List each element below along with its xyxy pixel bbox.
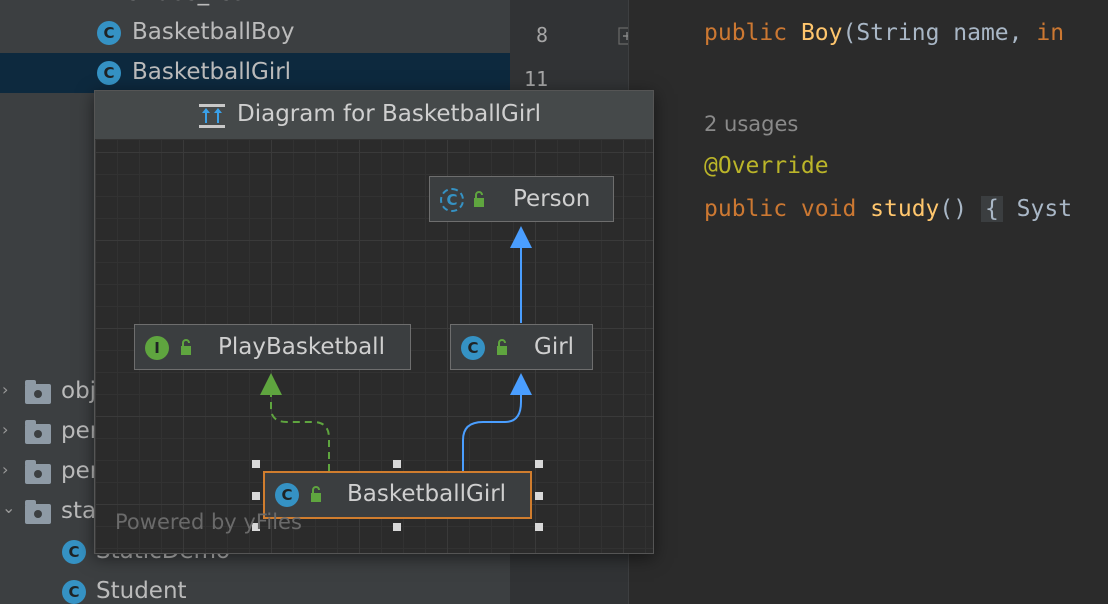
lock-icon bbox=[497, 339, 507, 355]
powered-by-watermark: Powered by yFiles bbox=[115, 510, 302, 534]
folder-icon bbox=[25, 500, 51, 524]
code-text: (String name, bbox=[842, 20, 1037, 46]
folder-icon bbox=[25, 460, 51, 484]
method-name: Boy bbox=[800, 20, 843, 46]
lock-icon bbox=[181, 339, 191, 355]
runnable-class-icon: C bbox=[62, 540, 86, 564]
tree-item-student[interactable]: C Student bbox=[0, 572, 510, 604]
edge-basketballgirl-extends-girl bbox=[462, 390, 522, 471]
resize-handle-bottom[interactable] bbox=[393, 523, 401, 531]
interface-icon: I bbox=[145, 336, 169, 360]
arrowhead-person bbox=[510, 226, 532, 248]
node-label: Person bbox=[513, 186, 591, 212]
code-line-study[interactable]: public void study() { Syst bbox=[704, 196, 1072, 222]
arrowhead-playbasketball bbox=[260, 373, 282, 395]
chevron-right-icon[interactable]: › bbox=[2, 420, 8, 439]
folder-icon bbox=[25, 380, 51, 404]
chevron-right-icon[interactable]: › bbox=[2, 460, 8, 479]
node-girl[interactable]: C Girl bbox=[450, 324, 593, 370]
resize-handle-left[interactable] bbox=[252, 492, 260, 500]
diagram-popup[interactable]: Diagram for BasketballGirl C Person I Pl… bbox=[94, 90, 654, 554]
usages-hint[interactable]: 2 usages bbox=[704, 112, 798, 136]
popup-header[interactable]: Diagram for BasketballGirl bbox=[95, 91, 653, 140]
lock-icon bbox=[311, 486, 321, 502]
node-basketballgirl[interactable]: C BasketballGirl bbox=[263, 471, 532, 519]
tree-folder-label: obj bbox=[61, 378, 97, 404]
folded-brace[interactable]: { bbox=[980, 196, 1003, 222]
class-icon: C bbox=[275, 483, 299, 507]
tree-item-label: BasketballBoy bbox=[132, 19, 295, 45]
method-name: study bbox=[870, 196, 940, 222]
edge-basketballgirl-implements-playbasketball bbox=[270, 392, 330, 471]
abstract-class-icon: C bbox=[440, 188, 464, 212]
keyword: in bbox=[1036, 20, 1065, 46]
line-number: 8 bbox=[536, 23, 549, 47]
lock-icon bbox=[474, 191, 484, 207]
code-line-constructor[interactable]: public Boy(String name, in bbox=[704, 20, 1064, 46]
class-icon: C bbox=[97, 61, 121, 85]
code-text: () bbox=[939, 196, 981, 222]
tree-item-basketballboy[interactable]: C BasketballBoy bbox=[0, 13, 510, 53]
keyword: public void bbox=[704, 196, 871, 222]
tree-item-label: BasketballGirl bbox=[132, 59, 292, 85]
resize-handle-top-left[interactable] bbox=[252, 460, 260, 468]
node-label: PlayBasketball bbox=[218, 334, 385, 360]
diagram-icon bbox=[199, 104, 225, 128]
tree-folder-label: sta bbox=[61, 498, 97, 524]
class-icon: C bbox=[97, 21, 121, 45]
class-icon: C bbox=[62, 580, 86, 604]
resize-handle-top[interactable] bbox=[393, 460, 401, 468]
node-label: Girl bbox=[534, 334, 575, 360]
keyword: public bbox=[704, 20, 801, 46]
code-text: Syst bbox=[1002, 196, 1073, 222]
class-icon: C bbox=[461, 336, 485, 360]
tree-item-label: Student bbox=[96, 578, 187, 604]
folder-icon bbox=[25, 420, 51, 444]
arrowhead-girl bbox=[510, 373, 532, 395]
resize-handle-top-right[interactable] bbox=[535, 460, 543, 468]
code-editor[interactable]: public Boy(String name, in 2 usages @Ove… bbox=[629, 0, 1108, 604]
popup-title: Diagram for BasketballGirl bbox=[237, 101, 542, 127]
package-label[interactable]: interface_test2 bbox=[95, 0, 268, 6]
resize-handle-bottom-right[interactable] bbox=[535, 523, 543, 531]
chevron-down-icon[interactable]: ⌄ bbox=[2, 498, 15, 517]
node-person[interactable]: C Person bbox=[429, 176, 614, 222]
diagram-canvas[interactable]: C Person I PlayBasketball C Girl C Baske… bbox=[95, 140, 653, 553]
line-number: 11 bbox=[524, 67, 549, 91]
resize-handle-right[interactable] bbox=[535, 492, 543, 500]
node-playbasketball[interactable]: I PlayBasketball bbox=[134, 324, 411, 370]
code-line-annotation[interactable]: @Override bbox=[704, 153, 829, 179]
node-label: BasketballGirl bbox=[347, 481, 507, 507]
chevron-right-icon[interactable]: › bbox=[2, 380, 8, 399]
tree-item-basketballgirl[interactable]: C BasketballGirl bbox=[0, 53, 510, 93]
